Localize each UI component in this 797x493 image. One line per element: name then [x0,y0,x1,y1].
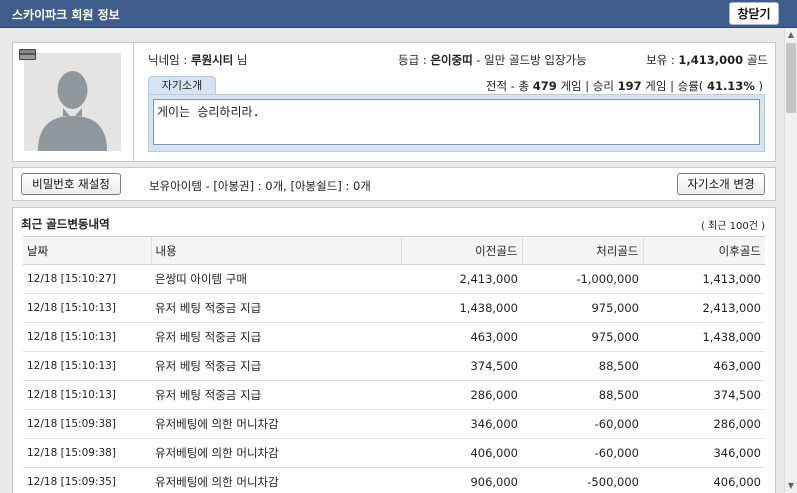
cell-change: 88,500 [522,380,643,410]
record-prefix: 전적 - 총 [485,79,530,93]
wins-unit: 게임 | 승률( [645,79,704,93]
table-row: 12/18 [15:09:38] 유저베팅에 의한 머니차감 406,000 -60,… [23,438,765,468]
profile-summary: 닉네임 : 루원시티 님 등급 : 은이중띠 - 일만 골드방 입장가능 보유 … [148,52,768,68]
profile-panel: 닉네임 : 루원시티 님 등급 : 은이중띠 - 일만 골드방 입장가능 보유 … [12,42,776,162]
cell-content: 유저베팅에 의한 머니차감 [151,409,401,439]
grade-label: 등급 : [398,53,427,67]
cell-change: -60,000 [522,438,643,468]
cell-after: 1,438,000 [643,322,765,352]
cell-date: 12/18 [15:10:13] [23,351,151,381]
cell-change: 975,000 [522,293,643,323]
owned-items-text: 보유아이템 - [아봉권] : 0개, [아봉쉴드] : 0개 [149,179,371,193]
cell-content: 유저 베팅 적중금 지급 [151,351,401,381]
win-rate-close: ) [758,79,764,93]
holding-label: 보유 : [646,53,675,67]
cell-date: 12/18 [15:10:13] [23,293,151,323]
cell-after: 374,500 [643,380,765,410]
history-count: ( 최근 100건 ) [700,221,765,232]
gold-history-table: 날짜 내용 이전골드 처리골드 이후골드 12/18 [15:10:27] 은쌍띠… [23,236,765,493]
column-header-change: 처리골드 [521,236,643,265]
column-header-content: 내용 [150,236,401,265]
cell-before: 1,438,000 [401,293,522,323]
user-silhouette-icon [24,53,121,151]
holding-amount: 1,413,000 [678,53,744,67]
cell-content: 유저베팅에 의한 머니차감 [151,467,401,493]
intro-panel: 게이는 승리하리라. [148,94,765,152]
column-header-after: 이후골드 [642,236,765,265]
holding-field: 보유 : 1,413,000 골드 [646,52,768,68]
vertical-scrollbar[interactable]: ▲ ▼ [784,28,797,493]
cell-date: 12/18 [15:09:38] [23,438,151,468]
column-header-before: 이전골드 [400,236,522,265]
cell-date: 12/18 [15:09:38] [23,409,151,439]
intro-textarea[interactable]: 게이는 승리하리라. [153,99,760,145]
cell-date: 12/18 [15:09:35] [23,467,151,493]
cell-after: 463,000 [643,351,765,381]
action-bar: 비밀번호 재설정 보유아이템 - [아봉권] : 0개, [아봉쉴드] : 0개… [12,167,776,201]
scroll-up-icon[interactable]: ▲ [785,28,797,42]
cell-change: -60,000 [522,409,643,439]
window-title: 스카이파크 회원 정보 [12,8,120,22]
holding-unit: 골드 [746,53,768,67]
edit-intro-button[interactable]: 자기소개 변경 [677,173,765,195]
cell-change: 88,500 [522,351,643,381]
table-header-row: 날짜 내용 이전골드 처리골드 이후골드 [23,236,765,265]
games-unit: 게임 | 승리 [560,79,614,93]
cell-content: 은쌍띠 아이템 구매 [151,264,401,294]
cell-before: 2,413,000 [401,264,522,294]
nickname-suffix: 님 [236,53,248,67]
gold-history-panel: 최근 골드변동내역 ( 최근 100건 ) 날짜 내용 이전골드 처리골드 이후… [12,207,776,493]
cell-before: 406,000 [401,438,522,468]
win-rate: 41.13% [706,79,755,93]
table-row: 12/18 [15:10:27] 은쌍띠 아이템 구매 2,413,000 -1,00… [23,264,765,294]
grade-field: 등급 : 은이중띠 - 일만 골드방 입장가능 [398,52,587,68]
win-count: 197 [617,79,642,93]
cell-after: 346,000 [643,438,765,468]
cell-change: -1,000,000 [522,264,643,294]
tab-intro[interactable]: 자기소개 [148,76,216,95]
cell-after: 1,413,000 [643,264,765,294]
cell-content: 유저 베팅 적중금 지급 [151,322,401,352]
cell-after: 2,413,000 [643,293,765,323]
cell-before: 374,500 [401,351,522,381]
scrollbar-thumb[interactable] [786,43,796,113]
table-row: 12/18 [15:09:35] 유저베팅에 의한 머니차감 906,000 -500… [23,467,765,493]
scroll-down-icon[interactable]: ▼ [785,479,797,493]
avatar-frame [13,43,134,161]
cell-date: 12/18 [15:10:27] [23,264,151,294]
reset-password-button[interactable]: 비밀번호 재설정 [21,173,121,195]
title-bar: 스카이파크 회원 정보 창닫기 [0,0,797,28]
grade-description: - 일만 골드방 입장가능 [476,53,587,67]
cell-before: 286,000 [401,380,522,410]
cell-content: 유저 베팅 적중금 지급 [151,380,401,410]
cell-before: 906,000 [401,467,522,493]
cell-date: 12/18 [15:10:13] [23,322,151,352]
table-row: 12/18 [15:10:13] 유저 베팅 적중금 지급 1,438,000 975… [23,293,765,323]
table-row: 12/18 [15:09:38] 유저베팅에 의한 머니차감 346,000 -60,… [23,409,765,439]
game-record: 전적 - 총 479 게임 | 승리 197 게임 | 승률( 41.13% ) [486,78,763,94]
avatar [24,53,121,151]
table-row: 12/18 [15:10:13] 유저 베팅 적중금 지급 286,000 88,50… [23,380,765,410]
history-title: 최근 골드변동내역 [21,217,110,231]
cell-after: 406,000 [643,467,765,493]
cell-date: 12/18 [15:10:13] [23,380,151,410]
column-header-date: 날짜 [23,236,151,265]
cell-content: 유저 베팅 적중금 지급 [151,293,401,323]
grade-value: 은이중띠 [430,53,473,67]
total-games: 479 [532,79,557,93]
nickname-value: 루원시티 [190,53,234,67]
table-row: 12/18 [15:10:13] 유저 베팅 적중금 지급 463,000 975,0… [23,322,765,352]
cell-change: 975,000 [522,322,643,352]
member-card-icon [19,49,36,60]
cell-after: 286,000 [643,409,765,439]
nickname-field: 닉네임 : 루원시티 님 [148,52,248,68]
close-window-button[interactable]: 창닫기 [729,2,779,25]
table-row: 12/18 [15:10:13] 유저 베팅 적중금 지급 374,500 88,50… [23,351,765,381]
cell-change: -500,000 [522,467,643,493]
cell-before: 463,000 [401,322,522,352]
cell-content: 유저베팅에 의한 머니차감 [151,438,401,468]
nickname-label: 닉네임 : [148,53,188,67]
cell-before: 346,000 [401,409,522,439]
